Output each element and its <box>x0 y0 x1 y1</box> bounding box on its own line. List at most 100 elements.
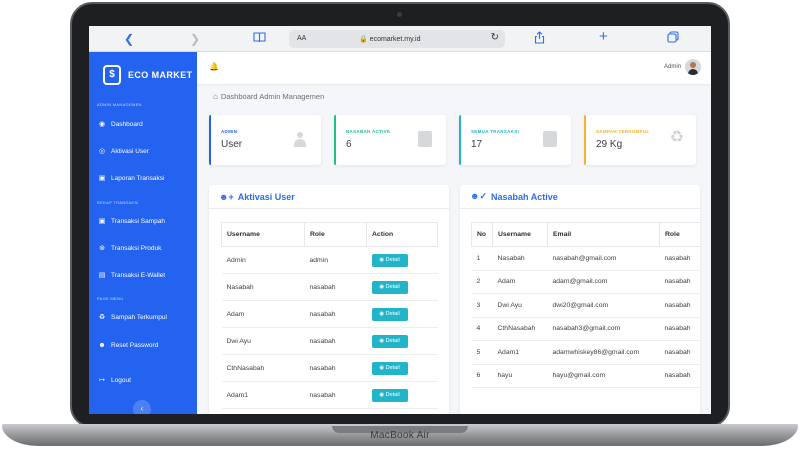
panel-title: Nasabah Active <box>491 191 558 202</box>
stat-label: SEMUA TRANSAKSI <box>471 129 520 134</box>
sidebar-section-page: Page Menu <box>97 296 124 301</box>
stat-accent <box>209 115 211 165</box>
sidebar-item-logout[interactable]: ↦ Logout <box>97 374 131 386</box>
logout-icon: ↦ <box>99 377 105 384</box>
sidebar-item-transaksi-sampah[interactable]: ▣ Transaksi Sampah <box>97 215 165 227</box>
column-header: Email <box>547 222 660 247</box>
role-cell: admin <box>304 246 367 274</box>
sidebar: $ ECO MARKET Admin Managemen ◉ Dashboard… <box>89 52 197 414</box>
email-cell: nasabah@gmail.com <box>547 246 660 271</box>
bell-icon[interactable]: 🔔 <box>209 62 219 71</box>
detail-button[interactable]: ◉ Detail <box>371 388 408 402</box>
sidebar-section-rekap: Rekap Transaksi <box>97 200 139 205</box>
brand-logo[interactable]: $ ECO MARKET <box>103 64 193 86</box>
action-cell: ◉ Detail <box>366 327 438 355</box>
bookmarks-icon[interactable] <box>253 31 266 47</box>
panel-header: ☻✓ Nasabah Active <box>460 185 700 209</box>
forward-icon[interactable]: ❯ <box>190 31 200 47</box>
reader-aa-button[interactable]: AA <box>297 35 306 42</box>
table-header-row: Username Role Action <box>221 222 438 247</box>
action-cell: ◉ Detail <box>366 273 438 301</box>
role-cell: nasabah <box>659 364 700 388</box>
share-icon[interactable] <box>534 31 545 48</box>
sidebar-item-transaksi-produk[interactable]: ⊛ Transaksi Produk <box>97 242 161 254</box>
sidebar-item-label: Transaksi Sampah <box>111 217 165 225</box>
stat-card-sampah-terkumpul: SAMPAH TERKUMPUL 29 Kg ♻ <box>584 115 696 165</box>
role-cell: nasabah <box>304 381 367 409</box>
action-cell: ◉ Detail <box>366 354 438 382</box>
detail-button[interactable]: ◉ Detail <box>371 334 408 348</box>
table-row: 1 Nasabah nasabah@gmail.com nasabah <box>471 246 700 271</box>
sidebar-item-label: Aktivasi User <box>111 147 149 155</box>
recycle-icon: ♻ <box>669 129 684 146</box>
user-plus-icon: ☻+ <box>219 191 234 202</box>
address-bar[interactable]: AA 🔒 ecomarket.my.id ↻ <box>289 30 505 48</box>
detail-button[interactable]: ◉ Detail <box>371 280 408 294</box>
stat-accent <box>584 115 586 165</box>
detail-button[interactable]: ◉ Detail <box>371 361 408 375</box>
eye-icon: ◎ <box>98 148 106 155</box>
no-cell: 3 <box>471 293 493 318</box>
new-tab-icon[interactable]: + <box>599 29 608 45</box>
sidebar-item-sampah-terkumpul[interactable]: ♻ Sampah Terkumpul <box>97 311 167 323</box>
camera <box>397 12 402 17</box>
avatar-body <box>688 69 698 75</box>
user-check-icon: ☻✓ <box>470 191 488 201</box>
username-cell: hayu <box>492 364 548 388</box>
no-cell: 6 <box>471 364 493 388</box>
no-cell: 4 <box>471 317 493 341</box>
table-row: Dwi Ayu nasabah ◉ Detail <box>221 327 438 355</box>
card-icon <box>418 131 432 147</box>
user-icon: ☻ <box>98 341 106 349</box>
sidebar-item-label: Laporan Transaksi <box>111 174 165 182</box>
reload-icon[interactable]: ↻ <box>491 32 499 43</box>
column-header: No <box>471 222 493 247</box>
username-cell: Admin <box>221 246 305 274</box>
table-row: Adam1 nasabah ◉ Detail <box>221 381 438 409</box>
wallet-icon: ▤ <box>98 272 106 279</box>
role-cell: nasabah <box>304 354 367 382</box>
sidebar-item-label: Sampah Terkumpul <box>111 313 167 321</box>
email-cell: nasabah3@gmail.com <box>547 317 660 341</box>
sidebar-item-aktivasi-user[interactable]: ◎ Aktivasi User <box>97 145 149 157</box>
table-row: 5 Adam1 adamwhiskey86@gmail.com nasabah <box>471 340 700 365</box>
stat-card-admin: ADMIN User <box>209 115 321 165</box>
detail-button[interactable]: ◉ Detail <box>371 253 408 267</box>
home-icon[interactable]: ⌂ <box>213 92 218 101</box>
sidebar-item-reset-password[interactable]: ☻ Reset Password <box>97 339 158 351</box>
nasabah-active-table: No Username Email Role 1 Nasabah nasabah… <box>471 222 700 388</box>
user-name[interactable]: Admin <box>664 64 681 70</box>
role-cell: nasabah <box>304 273 367 301</box>
sidebar-toggle-button[interactable]: ‹ <box>133 400 151 414</box>
no-cell: 5 <box>471 340 493 365</box>
stat-accent <box>334 115 336 165</box>
table-row: 6 hayu hayu@gmail.com nasabah <box>471 364 700 388</box>
action-cell: ◉ Detail <box>366 300 438 328</box>
browser-toolbar: ❮ ❯ AA 🔒 ecomarket.my.id ↻ + <box>89 26 711 52</box>
role-cell: nasabah <box>659 317 700 341</box>
sidebar-item-label: Logout <box>111 376 131 384</box>
sidebar-item-transaksi-ewallet[interactable]: ▤ Transaksi E-Wallet <box>97 269 165 281</box>
tabs-icon[interactable] <box>667 31 679 47</box>
sidebar-item-dashboard[interactable]: ◉ Dashboard <box>97 118 143 130</box>
username-cell: Dwi Ayu <box>221 327 305 355</box>
no-cell: 2 <box>471 270 493 294</box>
detail-button[interactable]: ◉ Detail <box>371 307 408 321</box>
username-cell: CthNasabah <box>221 354 305 382</box>
back-icon[interactable]: ❮ <box>124 31 134 47</box>
sidebar-item-laporan-transaksi[interactable]: ▣ Laporan Transaksi <box>97 172 165 184</box>
avatar-head <box>690 62 696 68</box>
username-cell: Nasabah <box>221 273 305 301</box>
role-cell: nasabah <box>304 327 367 355</box>
person-icon <box>293 131 307 147</box>
table-row: 4 CthNasabah nasabah3@gmail.com nasabah <box>471 317 700 341</box>
role-cell: nasabah <box>659 293 700 318</box>
sidebar-item-label: Reset Password <box>111 341 159 349</box>
avatar[interactable] <box>685 59 701 75</box>
stat-card-nasabah-active: NASABAH ACTIVE 6 <box>334 115 446 165</box>
role-cell: nasabah <box>659 340 700 365</box>
stat-accent <box>459 115 461 165</box>
aktivasi-user-panel: ☻+ Aktivasi User Username Role Action Ad… <box>209 185 449 414</box>
username-cell: CthNasabah <box>492 317 548 341</box>
breadcrumb-text: Dashboard Admin Managemen <box>220 92 325 101</box>
